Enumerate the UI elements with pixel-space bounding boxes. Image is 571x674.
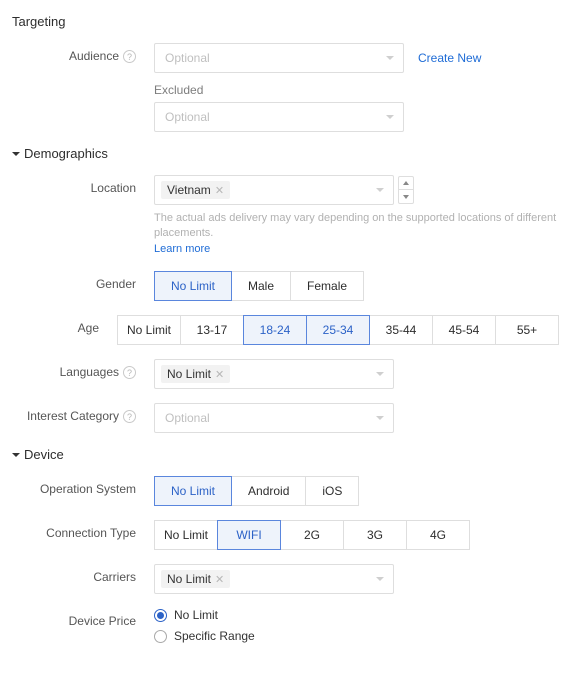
step-down[interactable] <box>399 190 413 203</box>
segment-option[interactable]: 13-17 <box>180 315 244 345</box>
radio-option[interactable]: No Limit <box>154 608 559 622</box>
remove-tag-icon[interactable]: ✕ <box>215 184 224 197</box>
segment-option[interactable]: No Limit <box>154 520 218 550</box>
caret-down-icon <box>12 152 20 156</box>
location-tag[interactable]: Vietnam ✕ <box>161 181 230 199</box>
help-icon[interactable]: ? <box>123 366 136 379</box>
remove-tag-icon[interactable]: ✕ <box>215 368 224 381</box>
segment-option[interactable]: 18-24 <box>243 315 307 345</box>
caret-down-icon <box>12 453 20 457</box>
location-note: The actual ads delivery may vary dependi… <box>154 211 559 257</box>
excluded-select[interactable]: Optional <box>154 102 404 132</box>
chevron-down-icon <box>376 577 384 581</box>
segment-option[interactable]: Female <box>290 271 364 301</box>
chevron-down-icon <box>376 188 384 192</box>
segment-option[interactable]: Android <box>231 476 306 506</box>
radio-icon <box>154 630 167 643</box>
segment-option[interactable]: 55+ <box>495 315 559 345</box>
triangle-down-icon <box>403 195 409 199</box>
segment-option[interactable]: 4G <box>406 520 470 550</box>
radio-option[interactable]: Specific Range <box>154 629 559 643</box>
segment-option[interactable]: 3G <box>343 520 407 550</box>
gender-segment: No LimitMaleFemale <box>154 271 559 301</box>
device-price-label: Device Price <box>12 608 140 628</box>
location-label: Location <box>12 175 140 195</box>
step-up[interactable] <box>399 177 413 190</box>
languages-tag[interactable]: No Limit ✕ <box>161 365 230 383</box>
os-segment: No LimitAndroidiOS <box>154 476 559 506</box>
learn-more-link[interactable]: Learn more <box>154 242 559 257</box>
segment-option[interactable]: iOS <box>305 476 359 506</box>
segment-option[interactable]: Male <box>231 271 291 301</box>
languages-label: Languages? <box>12 359 140 379</box>
segment-option[interactable]: 35-44 <box>369 315 433 345</box>
age-label: Age <box>12 315 103 335</box>
triangle-up-icon <box>403 181 409 185</box>
chevron-down-icon <box>386 56 394 60</box>
section-title-device[interactable]: Device <box>12 447 559 462</box>
interest-category-select[interactable]: Optional <box>154 403 394 433</box>
segment-option[interactable]: 2G <box>280 520 344 550</box>
connection-type-label: Connection Type <box>12 520 140 540</box>
excluded-label: Excluded <box>154 83 559 97</box>
segment-option[interactable]: No Limit <box>154 271 232 301</box>
audience-label: Audience? <box>12 43 140 63</box>
segment-option[interactable]: No Limit <box>117 315 181 345</box>
chevron-down-icon <box>386 115 394 119</box>
remove-tag-icon[interactable]: ✕ <box>215 573 224 586</box>
radio-icon <box>154 609 167 622</box>
languages-select[interactable]: No Limit ✕ <box>154 359 394 389</box>
audience-select[interactable]: Optional <box>154 43 404 73</box>
section-title-demographics[interactable]: Demographics <box>12 146 559 161</box>
gender-label: Gender <box>12 271 140 291</box>
carriers-tag[interactable]: No Limit ✕ <box>161 570 230 588</box>
os-label: Operation System <box>12 476 140 496</box>
segment-option[interactable]: 45-54 <box>432 315 496 345</box>
chevron-down-icon <box>376 372 384 376</box>
carriers-select[interactable]: No Limit ✕ <box>154 564 394 594</box>
age-segment: No Limit13-1718-2425-3435-4445-5455+ <box>117 315 559 345</box>
create-new-link[interactable]: Create New <box>418 51 481 65</box>
audience-placeholder: Optional <box>165 51 210 65</box>
chevron-down-icon <box>376 416 384 420</box>
interest-category-label: Interest Category? <box>12 403 140 423</box>
segment-option[interactable]: WIFI <box>217 520 281 550</box>
connection-segment: No LimitWIFI2G3G4G <box>154 520 559 550</box>
segment-option[interactable]: 25-34 <box>306 315 370 345</box>
help-icon[interactable]: ? <box>123 410 136 423</box>
segment-option[interactable]: No Limit <box>154 476 232 506</box>
location-select[interactable]: Vietnam ✕ <box>154 175 394 205</box>
section-title-targeting: Targeting <box>12 14 559 29</box>
carriers-label: Carriers <box>12 564 140 584</box>
excluded-placeholder: Optional <box>165 110 210 124</box>
location-stepper[interactable] <box>398 176 414 204</box>
help-icon[interactable]: ? <box>123 50 136 63</box>
